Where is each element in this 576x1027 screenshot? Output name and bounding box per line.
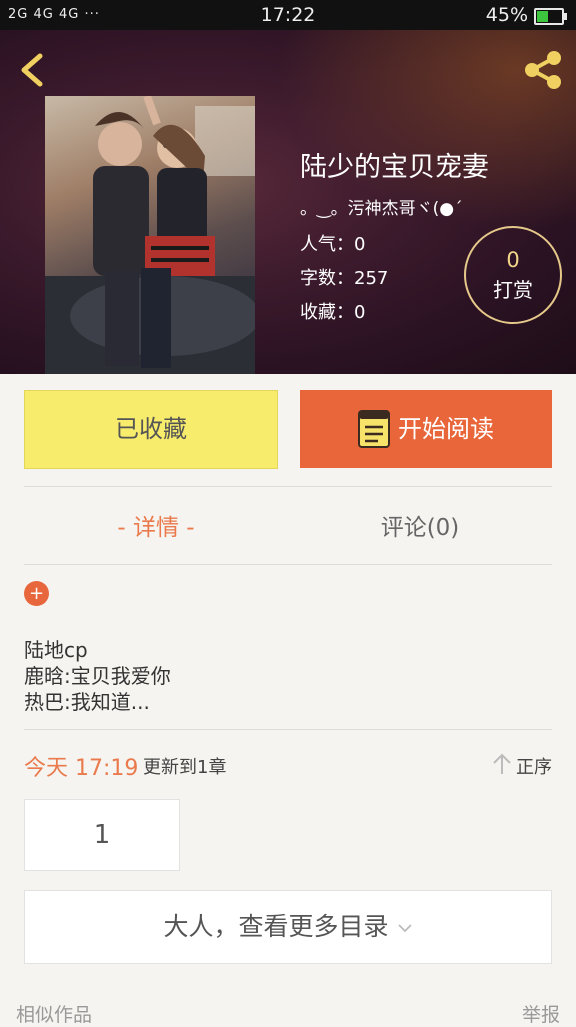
book-cover[interactable] bbox=[45, 96, 255, 374]
share-icon[interactable] bbox=[520, 48, 566, 92]
cover-illustration bbox=[45, 96, 255, 374]
status-bar: 2G 4G 4G ··· 17:22 45% bbox=[0, 0, 576, 30]
more-chapters-label: 大人，查看更多目录 bbox=[163, 912, 389, 941]
arrow-up-icon bbox=[493, 753, 511, 774]
battery-percent: 45% bbox=[485, 4, 528, 26]
favorited-button[interactable]: 已收藏 bbox=[24, 390, 278, 469]
start-reading-button[interactable]: 开始阅读 bbox=[300, 390, 552, 468]
reward-label: 打赏 bbox=[493, 278, 533, 302]
tab-detail[interactable]: - 详情 - bbox=[24, 508, 288, 542]
reward-count: 0 bbox=[506, 248, 520, 272]
chevron-down-icon bbox=[397, 924, 412, 933]
sort-toggle[interactable]: 正序 bbox=[493, 753, 552, 779]
battery-icon bbox=[534, 8, 567, 25]
divider bbox=[24, 486, 552, 487]
divider bbox=[24, 729, 552, 730]
reward-button[interactable]: 0 打赏 bbox=[464, 226, 562, 324]
update-text: 更新到1章 bbox=[143, 757, 227, 778]
popularity-stat: 人气：0 bbox=[300, 234, 366, 255]
book-title: 陆少的宝贝宠妻 bbox=[300, 152, 489, 183]
update-date: 今天 17:19 bbox=[24, 756, 139, 781]
chapter-item[interactable]: 1 bbox=[24, 799, 180, 871]
description-line: 鹿晗:宝贝我爱你 bbox=[24, 664, 171, 688]
author-name[interactable]: 。‿。污神杰哥ヾ(●´ bbox=[300, 194, 463, 219]
battery-fill bbox=[537, 11, 548, 22]
favorites-stat: 收藏：0 bbox=[300, 302, 366, 323]
expand-description-button[interactable]: + bbox=[24, 581, 49, 606]
back-arrow-icon[interactable] bbox=[14, 48, 54, 92]
similar-works-heading: 相似作品 bbox=[16, 1004, 93, 1026]
sort-label: 正序 bbox=[516, 757, 552, 778]
book-icon bbox=[358, 410, 390, 448]
wordcount-stat: 字数：257 bbox=[300, 268, 389, 289]
description-line: 热巴:我知道... bbox=[24, 690, 150, 714]
book-header: 陆少的宝贝宠妻 。‿。污神杰哥ヾ(●´ 人气：0 字数：257 收藏：0 0 打… bbox=[0, 30, 576, 374]
tab-comments[interactable]: 评论(0) bbox=[288, 508, 552, 542]
divider bbox=[24, 564, 552, 565]
description-line: 陆地cp bbox=[24, 638, 88, 662]
report-link[interactable]: 举报 bbox=[522, 1000, 560, 1027]
start-reading-label: 开始阅读 bbox=[398, 415, 494, 443]
more-chapters-button[interactable]: 大人，查看更多目录 bbox=[24, 890, 552, 964]
